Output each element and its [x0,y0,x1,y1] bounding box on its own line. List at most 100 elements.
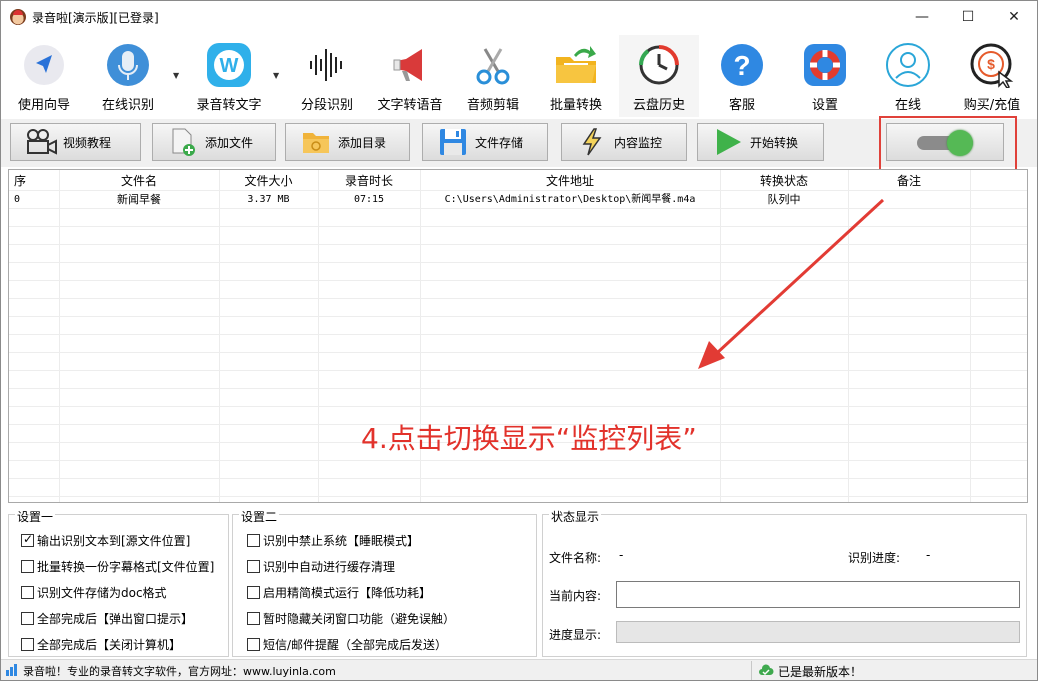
col-header-size[interactable]: 文件大小 [219,172,318,190]
svg-text:$: $ [987,56,995,72]
start-convert-button[interactable]: 开始转换 [697,123,824,161]
checkbox-popup-done[interactable]: 全部完成后【弹出窗口提示】 [21,610,193,627]
status-bar-message: 录音啦！专业的录音转文字软件，官方网址：www.luyinla.com [23,665,336,678]
grid-line [9,334,1027,335]
dollar-cursor-icon: $ [968,41,1016,89]
tool-buy-recharge[interactable]: $ 购买/充值 [954,35,1030,117]
tool-audio-to-text[interactable]: W 录音转文字 [191,35,267,117]
cell-note [848,191,970,209]
lightning-icon [576,127,608,157]
status-bar-right: 已是最新版本！ [758,663,862,680]
grid-line [848,170,849,502]
window-title: 录音啦[演示版][已登录] [32,10,159,25]
table-row[interactable]: 0 新闻早餐 3.37 MB 07:15 C:\Users\Administra… [9,191,1027,209]
checkbox-box [21,638,34,651]
tool-cloud-history[interactable]: 云盘历史 [619,35,699,117]
col-header-index[interactable]: 序 [9,172,59,190]
bar-chart-icon [5,663,19,679]
file-storage-button[interactable]: 文件存储 [422,123,548,161]
tool-segment-recognition[interactable]: 分段识别 [292,35,362,117]
checkbox-box [247,612,260,625]
folder-icon [300,127,332,157]
navigation-arrow-icon [20,41,68,89]
tool-guide[interactable]: 使用向导 [9,35,79,117]
content-monitor-button[interactable]: 内容监控 [561,123,687,161]
close-icon: ✕ [1008,9,1020,25]
settings-group-1-title: 设置一 [15,508,56,525]
microphone-icon [104,41,152,89]
checkbox-save-doc[interactable]: 识别文件存储为doc格式 [21,584,167,601]
cell-filename: 新闻早餐 [117,193,161,206]
grid-line [9,496,1027,497]
tool-online-recognition[interactable]: 在线识别 [93,35,163,117]
checkbox-box [247,534,260,547]
tool-online-user[interactable]: 在线 [873,35,943,117]
progress-bar-label: 进度显示: [549,628,602,642]
col-header-path[interactable]: 文件地址 [420,172,720,190]
grid-line [970,170,971,502]
tool-customer-service[interactable]: ? 客服 [707,35,777,117]
table-header: 序 文件名 文件大小 录音时长 文件地址 转换状态 备注 [9,172,1027,190]
cell-status: 队列中 [767,193,801,206]
minimize-button[interactable]: — [899,1,945,33]
add-directory-button[interactable]: 添加目录 [285,123,410,161]
video-camera-icon [25,127,57,157]
lifebuoy-icon [801,41,849,89]
cell-path: C:\Users\Administrator\Desktop\新闻早餐.m4a [444,194,696,205]
cell-duration: 07:15 [353,194,385,205]
checkbox-box [21,586,34,599]
main-toolbar: 使用向导 在线识别 ▼ W 录音转文字 ▼ 分段识别 文字转语音 音频剪辑 批量… [1,35,1037,117]
close-button[interactable]: ✕ [991,1,1037,33]
checkbox-output-source[interactable]: 输出识别文本到[源文件位置] [21,532,190,549]
checkbox-batch-subtitle[interactable]: 批量转换一份字幕格式[文件位置] [21,558,214,575]
add-file-icon [167,127,199,157]
current-content-label: 当前内容: [549,589,602,603]
checkbox-box [247,638,260,651]
col-header-note[interactable]: 备注 [848,172,970,190]
checkbox-shutdown-done[interactable]: 全部完成后【关闭计算机】 [21,636,181,653]
col-header-status[interactable]: 转换状态 [720,172,848,190]
audio-to-text-dropdown-icon[interactable]: ▼ [273,71,279,80]
settings-group-1: 设置一 输出识别文本到[源文件位置] 批量转换一份字幕格式[文件位置] 识别文件… [8,508,229,657]
tool-text-to-speech[interactable]: 文字转语音 [371,35,449,117]
checkbox-box [21,560,34,573]
tool-batch-convert[interactable]: 批量转换 [541,35,611,117]
status-group-title: 状态显示 [549,508,602,525]
grid-line [9,316,1027,317]
status-bar-divider [751,661,752,680]
current-content-field[interactable] [616,581,1020,608]
checkbox-hide-close[interactable]: 暂时隐藏关闭窗口功能（避免误触） [247,610,455,627]
file-name-value: - [619,548,624,562]
tool-settings[interactable]: 设置 [790,35,860,117]
floppy-disk-icon [437,127,469,157]
progress-value: - [926,548,931,562]
video-tutorial-button[interactable]: 视频教程 [10,123,141,161]
grid-line [9,280,1027,281]
grid-line [9,298,1027,299]
checkbox-no-sleep[interactable]: 识别中禁止系统【睡眠模式】 [247,532,419,549]
grid-line [9,478,1027,479]
grid-line [59,170,60,502]
grid-line [9,262,1027,263]
app-window: 录音啦[演示版][已登录] — ☐ ✕ 使用向导 在线识别 ▼ W 录音转文字 [0,0,1038,681]
settings-group-2: 设置二 识别中禁止系统【睡眠模式】 识别中自动进行缓存清理 启用精简模式运行【降… [232,508,537,657]
checkbox-lite-mode[interactable]: 启用精简模式运行【降低功耗】 [247,584,431,601]
grid-line [720,170,721,502]
grid-line [9,460,1027,461]
cloud-check-icon [758,664,774,679]
grid-line [9,226,1027,227]
col-header-filename[interactable]: 文件名 [59,172,219,190]
cell-size: 3.37 MB [247,194,290,205]
tool-audio-edit[interactable]: 音频剪辑 [458,35,528,117]
online-recognition-dropdown-icon[interactable]: ▼ [173,71,179,80]
checkbox-sms-email[interactable]: 短信/邮件提醒（全部完成后发送） [247,636,447,653]
progress-bar [616,621,1020,643]
checkbox-auto-cache-clean[interactable]: 识别中自动进行缓存清理 [247,558,395,575]
waveform-icon [303,41,351,89]
version-status: 已是最新版本！ [778,665,863,679]
status-group: 状态显示 文件名称: - 识别进度: - 当前内容: 进度显示: [542,508,1027,657]
progress-label: 识别进度: [848,551,901,565]
col-header-duration[interactable]: 录音时长 [318,172,420,190]
maximize-button[interactable]: ☐ [945,1,991,33]
add-file-button[interactable]: 添加文件 [152,123,276,161]
